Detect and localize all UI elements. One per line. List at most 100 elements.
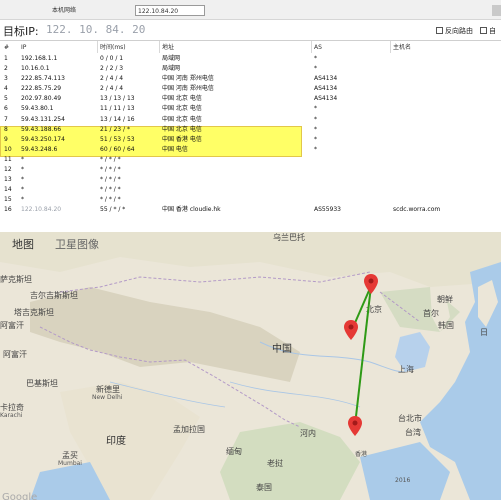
route-overlay: [350, 285, 372, 426]
table-row[interactable]: 6 59.43.80.1 11 / 11 / 13 中国 北京 电信 *: [0, 104, 501, 114]
cell-as: AS4134: [314, 85, 338, 93]
cell-number: 15: [4, 196, 12, 204]
table-row[interactable]: 8 59.43.188.66 21 / 23 / * 中国 北京 电信 *: [0, 125, 501, 135]
cell-number: 4: [4, 85, 8, 93]
table-row[interactable]: 5 202.97.80.49 13 / 13 / 13 中国 北京 电信 AS4134: [0, 94, 501, 104]
cell-time: 51 / 53 / 53: [100, 135, 135, 143]
cell-number: 6: [4, 105, 8, 113]
checkbox-box[interactable]: [436, 27, 443, 34]
cell-number: 7: [4, 115, 8, 123]
header-no[interactable]: #: [4, 42, 9, 53]
table-row[interactable]: 7 59.43.131.254 13 / 14 / 16 中国 北京 电信 *: [0, 115, 501, 125]
header-location[interactable]: 地址: [162, 42, 174, 53]
cell-time: 2 / 2 / 3: [100, 65, 124, 73]
cell-as: AS4134: [314, 95, 338, 103]
table-row[interactable]: 14 * * / * / *: [0, 185, 501, 195]
cell-number: 3: [4, 75, 8, 83]
checkbox-box[interactable]: [480, 27, 487, 34]
cell-ip: 222.85.75.29: [21, 85, 62, 93]
table-row[interactable]: 1 192.168.1.1 0 / 0 / 1 局域网 *: [0, 54, 501, 64]
window-control[interactable]: [492, 5, 501, 16]
address-tab[interactable]: 122.10.84.20: [135, 5, 205, 16]
window-titlebar: 本机网络 122.10.84.20: [0, 0, 501, 20]
table-row[interactable]: 13 * * / * / *: [0, 175, 501, 185]
tab-local-network[interactable]: 本机网络: [52, 5, 88, 16]
cell-number: 1: [4, 55, 8, 62]
cell-as: *: [314, 105, 317, 113]
header-as[interactable]: AS: [314, 42, 322, 53]
header-ip[interactable]: IP: [21, 42, 26, 53]
cell-as: *: [314, 65, 317, 73]
cell-time: * / * / *: [100, 186, 121, 194]
cell-as: *: [314, 145, 317, 153]
cell-number: 14: [4, 186, 12, 194]
table-row[interactable]: 3 222.85.74.113 2 / 4 / 4 中国 河南 郑州电信 AS4134: [0, 74, 501, 84]
table-row[interactable]: 15 * * / * / *: [0, 195, 501, 205]
cell-number: 5: [4, 95, 8, 103]
cell-ip: 59.43.188.66: [21, 125, 62, 133]
target-ip-label: 目标IP:: [3, 25, 39, 38]
cell-location: 中国 河南 郑州电信: [162, 85, 214, 93]
cell-time: * / * / *: [100, 196, 121, 204]
cell-as: *: [314, 135, 317, 143]
cell-ip: *: [21, 166, 24, 174]
cell-location: 中国 香港 电信: [162, 135, 202, 143]
header-divider: [97, 41, 98, 53]
cell-time: 0 / 0 / 1: [100, 55, 124, 62]
google-logo[interactable]: Google: [2, 492, 37, 500]
cell-ip: 59.43.250.174: [21, 135, 65, 143]
table-row[interactable]: 4 222.85.75.29 2 / 4 / 4 中国 河南 郑州电信 AS4134: [0, 84, 501, 94]
table-row[interactable]: 9 59.43.250.174 51 / 53 / 53 中国 香港 电信 *: [0, 135, 501, 145]
table-row[interactable]: 16 122.10.84.20 55 / * / * 中国 香港 cloudie.hk…: [0, 205, 501, 215]
table-row[interactable]: 2 10.16.0.1 2 / 2 / 3 局域网 *: [0, 64, 501, 74]
cell-time: * / * / *: [100, 166, 121, 174]
cell-as: AS55933: [314, 206, 341, 214]
cell-time: 2 / 4 / 4: [100, 75, 124, 83]
target-ip-value[interactable]: 122. 10. 84. 20: [46, 23, 145, 36]
cell-time: * / * / *: [100, 155, 121, 163]
cell-number: 9: [4, 135, 8, 143]
cell-time: 60 / 60 / 64: [100, 145, 135, 153]
cell-time: * / * / *: [100, 176, 121, 184]
cell-time: 13 / 14 / 16: [100, 115, 135, 123]
location-pin-hongkong[interactable]: [348, 416, 362, 436]
location-pin-beijing[interactable]: [364, 274, 378, 294]
trace-table: # IP 时间(ms) 地址 AS 主机名 1 192.168.1.1 0 / 0 …: [0, 40, 501, 222]
reverse-route-checkbox[interactable]: 反向路由: [436, 26, 473, 36]
auto-label: 自: [489, 27, 496, 35]
header-hostname[interactable]: 主机名: [393, 42, 411, 53]
location-pin-zhengzhou[interactable]: [344, 320, 358, 340]
cell-ip: 192.168.1.1: [21, 55, 58, 62]
cell-as: *: [314, 115, 317, 123]
cell-location: 中国 电信: [162, 145, 188, 153]
cell-ip: 202.97.80.49: [21, 95, 62, 103]
table-row[interactable]: 10 59.43.248.6 60 / 60 / 64 中国 电信 *: [0, 145, 501, 155]
header-divider: [159, 41, 160, 53]
header-divider: [390, 41, 391, 53]
cell-number: 11: [4, 155, 12, 163]
header-time[interactable]: 时间(ms): [100, 42, 126, 53]
cell-location: 中国 北京 电信: [162, 105, 202, 113]
cell-number: 8: [4, 125, 8, 133]
cell-location: 中国 北京 电信: [162, 95, 202, 103]
map-view[interactable]: 地图 卫星图像 乌兰巴托 萨克斯坦 吉尔吉斯斯坦 塔吉克斯坦 阿富汗 阿富汗 巴…: [0, 232, 501, 500]
cell-location: 局域网: [162, 55, 181, 62]
cell-time: 55 / * / *: [100, 206, 126, 214]
cell-location: 局域网: [162, 65, 181, 73]
cell-as: *: [314, 125, 317, 133]
cell-ip: *: [21, 196, 24, 204]
cell-time: 21 / 23 / *: [100, 125, 130, 133]
table-row[interactable]: 12 * * / * / *: [0, 165, 501, 175]
cell-location: 中国 北京 电信: [162, 115, 202, 123]
cell-location: 中国 香港 cloudie.hk: [162, 206, 221, 214]
target-ip-bar: 目标IP: 122. 10. 84. 20 反向路由 自: [0, 22, 501, 40]
cell-ip: 59.43.131.254: [21, 115, 65, 123]
cell-number: 10: [4, 145, 12, 153]
cell-number: 16: [4, 206, 12, 214]
table-body: 1 192.168.1.1 0 / 0 / 1 局域网 * 2 10.16.0.1 2 / 2…: [0, 54, 501, 216]
cell-ip: 10.16.0.1: [21, 65, 50, 73]
header-divider: [311, 41, 312, 53]
auto-checkbox[interactable]: 自: [480, 26, 496, 36]
table-row[interactable]: 11 * * / * / *: [0, 155, 501, 165]
cell-number: 2: [4, 65, 8, 73]
